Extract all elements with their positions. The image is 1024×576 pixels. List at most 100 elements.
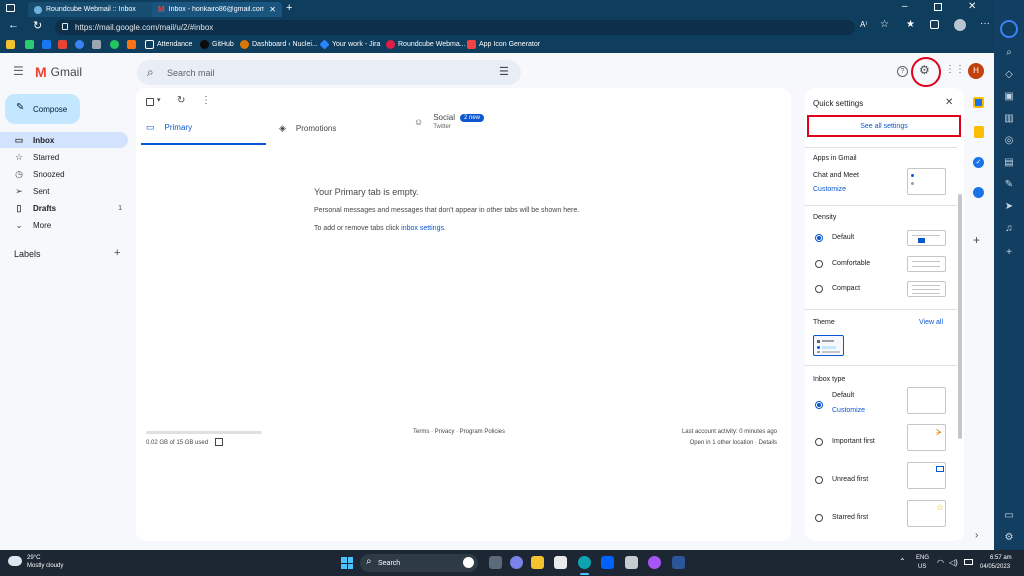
settings-gear-icon[interactable]: ⚙ <box>919 63 930 77</box>
inbox-unread-label[interactable]: Unread first <box>832 476 868 483</box>
close-icon[interactable]: ✕ <box>269 5 276 14</box>
weather-icon[interactable] <box>8 556 22 566</box>
bookmark-app-icon-generator[interactable]: App Icon Generator <box>467 40 540 49</box>
new-tab-icon[interactable]: + <box>286 2 292 14</box>
bookmark-icon-8[interactable] <box>127 40 136 49</box>
inbox-customize-link[interactable]: Customize <box>832 407 865 414</box>
read-aloud-icon[interactable]: A⁾ <box>860 20 867 29</box>
theme-view-all-link[interactable]: View all <box>919 319 943 326</box>
collections-icon[interactable] <box>930 20 939 29</box>
sidebar-item-starred[interactable]: ☆ Starred <box>0 149 128 165</box>
tab-promotions[interactable]: ◈ Promotions <box>279 111 404 145</box>
add-icon[interactable]: + <box>1003 247 1015 259</box>
support-icon[interactable]: ? <box>897 66 908 77</box>
app-store-icon[interactable] <box>625 556 638 569</box>
bookmark-icon-6[interactable] <box>92 40 101 49</box>
favorite-add-icon[interactable]: ☆ <box>880 19 889 30</box>
bookmark-icon-2[interactable] <box>25 40 34 49</box>
edge-browser-icon[interactable] <box>578 556 591 569</box>
external-link-icon[interactable] <box>215 438 223 446</box>
tasks-app-icon[interactable]: ✓ <box>973 157 984 168</box>
density-default-radio[interactable] <box>815 234 823 242</box>
density-compact-radio[interactable] <box>815 285 823 293</box>
select-dropdown-icon[interactable]: ▾ <box>157 96 161 104</box>
settings-icon[interactable]: ⚙ <box>1003 532 1015 544</box>
search-input[interactable]: ⌕ Search mail ☰ <box>137 60 521 85</box>
search-options-icon[interactable]: ☰ <box>499 65 509 78</box>
see-all-settings-button[interactable]: See all settings <box>807 115 961 137</box>
theme-thumbnail[interactable] <box>813 335 844 356</box>
bookmark-icon-7[interactable] <box>110 40 119 49</box>
bookmark-dashboard[interactable]: Dashboard ‹ Nuclei... <box>240 40 318 49</box>
inbox-default-radio[interactable] <box>815 401 823 409</box>
sidebar-item-drafts[interactable]: ▯ Drafts 1 <box>0 200 128 216</box>
activity-details-link[interactable]: Open in 1 other location · Details <box>690 440 777 446</box>
dropbox-icon[interactable] <box>601 556 614 569</box>
inbox-starred-label[interactable]: Starred first <box>832 514 868 521</box>
bookmark-attendance[interactable]: Attendance <box>145 40 192 49</box>
sidebar-item-more[interactable]: ⌄ More <box>0 217 128 233</box>
bookmark-github[interactable]: GitHub <box>200 40 234 49</box>
search-icon[interactable]: ⌕ <box>1003 47 1015 59</box>
task-view-icon[interactable] <box>489 556 502 569</box>
bookmark-icon-1[interactable] <box>6 40 15 49</box>
refresh-icon[interactable]: ↻ <box>177 95 185 106</box>
tray-chevron-icon[interactable]: ⌃ <box>899 557 906 566</box>
density-comfortable-label[interactable]: Comfortable <box>832 260 870 267</box>
gmail-logo[interactable]: M Gmail <box>35 64 82 80</box>
file-explorer-icon[interactable] <box>531 556 544 569</box>
apps-customize-link[interactable]: Customize <box>813 186 846 193</box>
bookmark-roundcube[interactable]: Roundcube Webma... <box>386 40 466 49</box>
taskbar-search-box[interactable]: ⌕ Search <box>360 554 478 572</box>
tag-icon[interactable]: ◇ <box>1003 69 1015 81</box>
volume-icon[interactable]: ◁) <box>949 558 958 567</box>
tab-gmail[interactable]: M Inbox - honkairo86@gmail.com ✕ <box>152 2 282 17</box>
sidebar-item-snoozed[interactable]: ◷ Snoozed <box>0 166 128 182</box>
minimize-icon[interactable]: – <box>902 1 908 12</box>
close-icon[interactable]: ✕ <box>945 97 953 108</box>
tab-social[interactable]: ☺ Social 2 new Twitter <box>414 111 544 145</box>
sidebar-layout-icon[interactable]: ▭ <box>1003 510 1015 522</box>
tab-primary[interactable]: ▭ Primary <box>141 111 266 145</box>
bing-icon[interactable] <box>1000 20 1018 38</box>
facebook-icon[interactable] <box>42 40 51 49</box>
maximize-icon[interactable] <box>934 3 942 11</box>
compose-button[interactable]: ✎ Compose <box>5 94 80 124</box>
favorites-icon[interactable]: ★ <box>906 19 915 30</box>
main-menu-icon[interactable]: ☰ <box>13 64 24 78</box>
store-icon[interactable] <box>554 556 567 569</box>
inbox-unread-radio[interactable] <box>815 476 823 484</box>
add-label-icon[interactable]: + <box>114 247 120 259</box>
weather-desc[interactable]: Mostly cloudy <box>27 563 63 569</box>
more-menu-icon[interactable]: ··· <box>980 18 990 29</box>
density-compact-label[interactable]: Compact <box>832 285 860 292</box>
games-icon[interactable]: ◎ <box>1003 135 1015 147</box>
window-close-icon[interactable]: ✕ <box>968 1 976 12</box>
chart-icon[interactable]: ▥ <box>1003 113 1015 125</box>
teams-chat-icon[interactable] <box>510 556 523 569</box>
get-addons-icon[interactable]: + <box>973 233 980 247</box>
edit-icon[interactable]: ✎ <box>1003 179 1015 191</box>
bell-icon[interactable]: ♫ <box>1003 223 1015 235</box>
footer-policy-links[interactable]: Terms · Privacy · Program Policies <box>413 429 505 435</box>
region-label[interactable]: US <box>918 564 926 570</box>
window-menu-icon[interactable] <box>6 4 15 12</box>
density-comfortable-radio[interactable] <box>815 260 823 268</box>
inbox-settings-link[interactable]: inbox settings <box>401 225 444 232</box>
office-icon[interactable]: ▤ <box>1003 157 1015 169</box>
language-label[interactable]: ENG <box>916 555 929 561</box>
profile-avatar[interactable] <box>954 19 966 31</box>
wifi-icon[interactable]: ◠ <box>937 558 944 567</box>
url-field[interactable]: https://mail.google.com/mail/u/2/#inbox <box>55 20 855 35</box>
sidebar-item-inbox[interactable]: ▭ Inbox <box>0 132 128 148</box>
start-windows-icon[interactable] <box>341 557 353 569</box>
toolbox-icon[interactable]: ▣ <box>1003 91 1015 103</box>
density-default-label[interactable]: Default <box>832 234 854 241</box>
send-icon[interactable]: ➤ <box>1003 201 1015 213</box>
calendar-app-icon[interactable] <box>973 97 984 108</box>
account-avatar[interactable]: H <box>968 63 984 79</box>
select-checkbox[interactable] <box>146 98 154 106</box>
clock-time[interactable]: 6:57 am <box>990 555 1012 561</box>
word-icon[interactable] <box>672 556 685 569</box>
sidebar-item-sent[interactable]: ➢ Sent <box>0 183 128 199</box>
